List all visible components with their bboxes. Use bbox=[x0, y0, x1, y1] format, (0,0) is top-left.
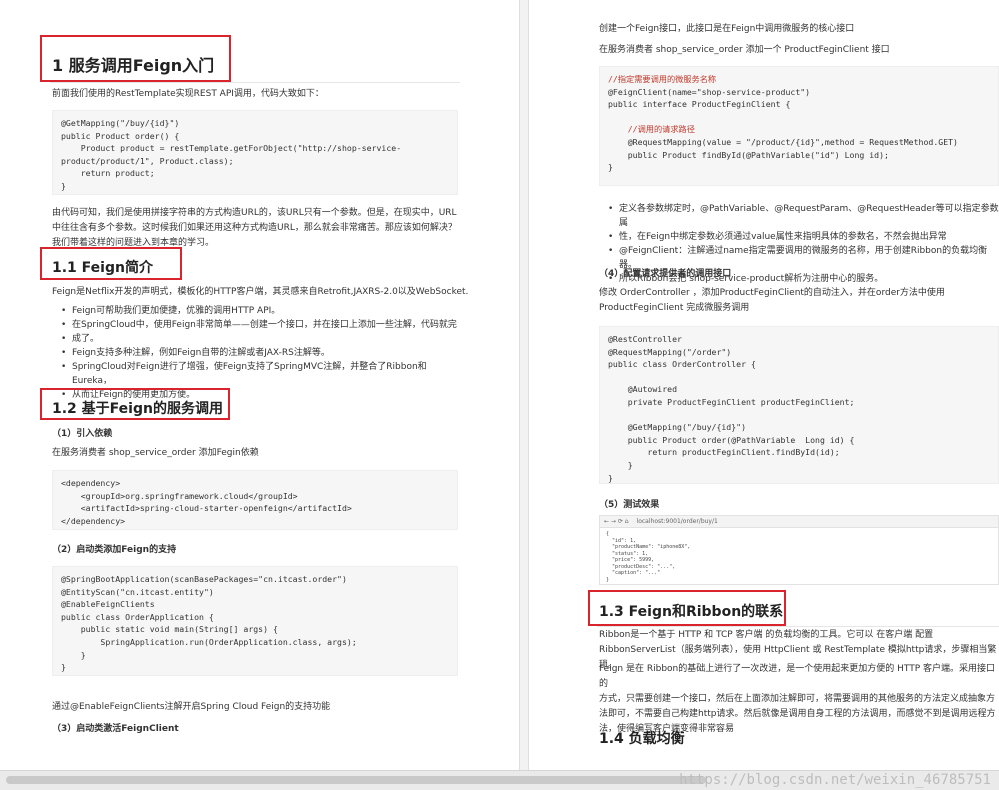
json-line: "productName": "iphone8X", bbox=[606, 544, 691, 550]
feign-vs-ribbon-text: Feign 是在 Ribbon的基础上进行了一次改进，是一个使用起来更加方便的 … bbox=[599, 662, 999, 737]
code-block-dependency: <dependency> <groupId>org.springframewor… bbox=[52, 470, 458, 530]
code-line: @EnableFeignClients bbox=[61, 599, 155, 610]
code-line: public class OrderApplication { bbox=[61, 611, 214, 622]
title-rule bbox=[50, 82, 460, 83]
json-response: { "id": 1, "productName": "iphone8X", "s… bbox=[600, 528, 998, 584]
paragraph-url-problem: 由代码可知，我们是使用拼接字符串的方式构造URL的，该URL只有一个参数。但是，… bbox=[52, 206, 462, 251]
section-title-feign-ribbon: 1.3 Feign和Ribbon的联系 bbox=[599, 604, 784, 620]
code-line: } bbox=[608, 472, 613, 483]
code-line: public Product findById(@PathVariable("i… bbox=[608, 149, 889, 160]
code-line: @RequestMapping(value = "/product/{id}",… bbox=[608, 136, 958, 147]
code-line: } bbox=[61, 180, 66, 191]
section-rule bbox=[597, 626, 999, 627]
left-page: 1 服务调用Feign入门 前面我们使用的RestTemplate实现REST … bbox=[0, 0, 519, 770]
json-line: "caption": "..." bbox=[606, 570, 661, 576]
json-line: { bbox=[606, 531, 610, 537]
chapter-title: 1 服务调用Feign入门 bbox=[52, 56, 215, 75]
code-line: <groupId>org.springframework.cloud</grou… bbox=[61, 490, 298, 501]
page-gutter bbox=[519, 0, 529, 770]
text-line: 修改 OrderController ，添加ProductFeginClient… bbox=[599, 288, 945, 298]
code-line: return product; bbox=[61, 168, 155, 179]
code-line: private ProductFeginClient productFeginC… bbox=[608, 396, 855, 407]
list-item: 性，在Feign中绑定参数必须通过value属性来指明具体的参数名，不然会抛出异… bbox=[605, 230, 999, 244]
step-3-heading: （3）启动类激活FeignClient bbox=[52, 724, 179, 734]
text-line: 法即可，不需要自己构建http请求。然后就像是调用自身工程的方法调用，而感觉不到… bbox=[599, 709, 996, 719]
step-2-heading: （2）启动类添加Feign的支持 bbox=[52, 545, 177, 555]
json-line: "productDesc": "...", bbox=[606, 563, 676, 570]
code-line: @FeignClient(name="shop-service-product"… bbox=[608, 86, 811, 97]
code-line: <artifactId>spring-cloud-starter-openfei… bbox=[61, 503, 352, 514]
code-line: } bbox=[61, 662, 66, 673]
list-item: 成了。 bbox=[58, 332, 458, 346]
list-item: SpringCloud对Feign进行了增强，使Feign支持了SpringMV… bbox=[58, 360, 458, 388]
browser-screenshot: ← → ⟳ ⌂ localhost:9001/order/buy/1 { "id… bbox=[599, 515, 999, 585]
code-line: public static void main(String[] args) { bbox=[61, 624, 278, 635]
watermark-text: https://blog.csdn.net/weixin_46785751 bbox=[679, 772, 991, 788]
intro-text: 前面我们使用的RestTemplate实现REST API调用，代码大致如下： bbox=[52, 89, 324, 99]
code-line: @RestController bbox=[608, 334, 682, 344]
list-item: Feign支持多种注解，例如Feign自带的注解或者JAX-RS注解等。 bbox=[58, 346, 458, 360]
step-5-heading: （5）测试效果 bbox=[599, 500, 660, 510]
code-line: @Autowired bbox=[608, 384, 678, 395]
text-line: Ribbon是一个基于 HTTP 和 TCP 客户端 的负载均衡的工具。它可以 … bbox=[599, 630, 934, 640]
step-1-heading: （1）引入依赖 bbox=[52, 429, 113, 439]
code-line: @GetMapping("/buy/{id}") bbox=[61, 118, 180, 128]
code-line: </dependency> bbox=[61, 515, 126, 526]
list-item: Feign可帮助我们更加便捷，优雅的调用HTTP API。 bbox=[58, 304, 458, 318]
code-line: //调用的请求路径 bbox=[608, 124, 695, 135]
step-1-text: 在服务消费者 shop_service_order 添加Fegin依赖 bbox=[52, 448, 259, 458]
text-line: 由代码可知，我们是使用拼接字符串的方式构造URL的，该URL只有一个参数。但是，… bbox=[52, 208, 457, 218]
code-line: product/product/1", Product.class); bbox=[61, 155, 234, 166]
code-line: return productFeginClient.findById(id); bbox=[608, 447, 840, 458]
code-line: public Product order() { bbox=[61, 130, 180, 141]
code-line: <dependency> bbox=[61, 478, 121, 488]
json-line: "id": 1, bbox=[606, 537, 637, 544]
code-line: } bbox=[608, 459, 633, 470]
json-line: "price": 5999, bbox=[606, 557, 655, 563]
code-line: public class OrderController { bbox=[608, 359, 756, 370]
code-line: } bbox=[608, 162, 613, 173]
text-line: 方式，只需要创建一个接口，然后在上面添加注解即可，将需要调用的其他服务的方法定义… bbox=[599, 694, 996, 704]
code-line: public Product order(@PathVariable Long … bbox=[608, 434, 855, 445]
code-line: @RequestMapping("/order") bbox=[608, 346, 732, 357]
code-block-resttemplate: @GetMapping("/buy/{id}") public Product … bbox=[52, 110, 458, 195]
code-line: @GetMapping("/buy/{id}") bbox=[608, 422, 747, 433]
text-line: Feign 是在 Ribbon的基础上进行了一次改进，是一个使用起来更加方便的 … bbox=[599, 664, 996, 689]
list-item: 定义各参数绑定时，@PathVariable、@RequestParam、@Re… bbox=[605, 202, 999, 230]
code-line: //指定需要调用的微服务名称 bbox=[608, 74, 717, 84]
interface-intro: 创建一个Feign接口，此接口是在Feign中调用微服务的核心接口 bbox=[599, 24, 855, 34]
code-line: @SpringBootApplication(scanBasePackages=… bbox=[61, 574, 347, 584]
step-4-heading: （4）配置请求提供者的调用接口 bbox=[599, 269, 732, 279]
right-page: 创建一个Feign接口，此接口是在Feign中调用微服务的核心接口 在服务消费者… bbox=[529, 0, 999, 770]
json-line: } bbox=[606, 576, 610, 583]
browser-address-bar: ← → ⟳ ⌂ localhost:9001/order/buy/1 bbox=[600, 516, 998, 528]
code-block-feign-client: //指定需要调用的微服务名称 @FeignClient(name="shop-s… bbox=[599, 66, 999, 186]
code-block-application: @SpringBootApplication(scanBasePackages=… bbox=[52, 566, 458, 676]
horizontal-scrollbar[interactable]: https://blog.csdn.net/weixin_46785751 bbox=[0, 770, 999, 790]
json-line: "status": 1, bbox=[606, 550, 649, 557]
step-4-text: 修改 OrderController ，添加ProductFeginClient… bbox=[599, 286, 999, 316]
code-block-order-controller: @RestController @RequestMapping("/order"… bbox=[599, 326, 999, 484]
section-title-feign-call: 1.2 基于Feign的服务调用 bbox=[52, 401, 223, 417]
code-line: @EntityScan("cn.itcast.entity") bbox=[61, 586, 214, 597]
feign-description: Feign是Netflix开发的声明式，模板化的HTTP客户端，其灵感来自Ret… bbox=[52, 287, 469, 297]
nav-arrows-icon: ← → ⟳ ⌂ bbox=[604, 518, 629, 525]
list-item: 在SpringCloud中，使用Feign非常简单——创建一个接口，并在接口上添… bbox=[58, 318, 458, 332]
code-line: SpringApplication.run(OrderApplication.c… bbox=[61, 636, 357, 647]
code-line: } bbox=[61, 649, 86, 660]
scrollbar-thumb[interactable] bbox=[6, 776, 706, 784]
text-line: ProductFeginClient 完成微服务调用 bbox=[599, 303, 750, 313]
interface-add-text: 在服务消费者 shop_service_order 添加一个 ProductFe… bbox=[599, 45, 890, 55]
code-line: public interface ProductFeginClient { bbox=[608, 99, 791, 110]
text-line: 中往往含有多个参数。这时候我们如果还用这种方式构造URL，那么就会非常痛苦。那应… bbox=[52, 223, 457, 233]
code-line: Product product = restTemplate.getForObj… bbox=[61, 143, 402, 154]
section-title-load-balance: 1.4 负载均衡 bbox=[599, 731, 685, 747]
browser-url: localhost:9001/order/buy/1 bbox=[636, 518, 718, 525]
enable-feign-text: 通过@EnableFeignClients注解开启Spring Cloud Fe… bbox=[52, 702, 331, 712]
section-title-feign-intro: 1.1 Feign简介 bbox=[52, 260, 153, 276]
